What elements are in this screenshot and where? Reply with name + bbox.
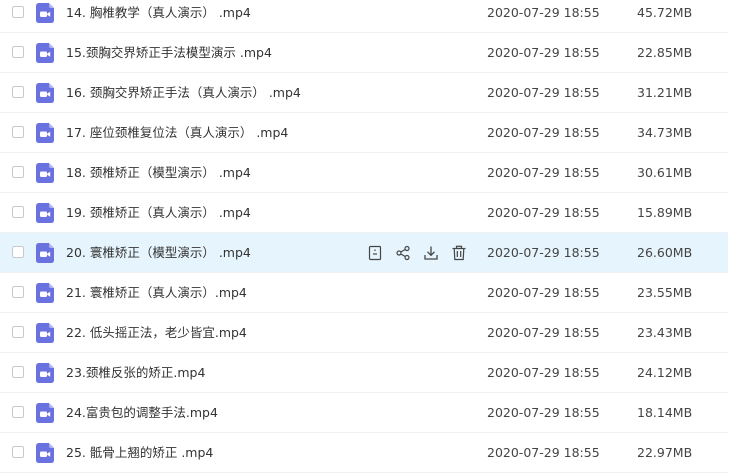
file-date: 2020-07-29 18:55 xyxy=(487,5,600,20)
file-size: 45.72MB xyxy=(637,5,693,20)
video-file-icon xyxy=(36,283,54,303)
row-checkbox[interactable] xyxy=(12,286,24,298)
file-size: 24.12MB xyxy=(637,365,693,380)
video-file-icon xyxy=(36,163,54,183)
video-file-icon xyxy=(36,43,54,63)
file-name[interactable]: 24.富贵包的调整手法.mp4 xyxy=(66,393,218,433)
file-size: 26.60MB xyxy=(637,245,693,260)
row-checkbox[interactable] xyxy=(12,126,24,138)
file-date: 2020-07-29 18:55 xyxy=(487,125,600,140)
row-actions xyxy=(366,244,468,262)
file-row[interactable]: 14. 胸椎教学（真人演示） .mp4 2020-07-29 18:55 45.72… xyxy=(0,0,728,33)
file-date: 2020-07-29 18:55 xyxy=(487,285,600,300)
file-size: 18.14MB xyxy=(637,405,693,420)
file-date: 2020-07-29 18:55 xyxy=(487,205,600,220)
file-date: 2020-07-29 18:55 xyxy=(487,85,600,100)
file-name[interactable]: 22. 低头摇正法，老少皆宜.mp4 xyxy=(66,313,247,353)
file-list: 14. 胸椎教学（真人演示） .mp4 2020-07-29 18:55 45.72… xyxy=(0,0,728,473)
row-checkbox[interactable] xyxy=(12,46,24,58)
file-date: 2020-07-29 18:55 xyxy=(487,245,600,260)
file-name[interactable]: 15.颈胸交界矫正手法模型演示 .mp4 xyxy=(66,33,272,73)
file-size: 23.55MB xyxy=(637,285,693,300)
video-file-icon xyxy=(36,243,54,263)
file-row[interactable]: 20. 寰椎矫正（模型演示） .mp4 2020-07-29 18:55 26.60… xyxy=(0,233,728,273)
video-file-icon xyxy=(36,443,54,463)
file-info-icon[interactable] xyxy=(366,244,384,262)
file-name[interactable]: 16. 颈胸交界矫正手法（真人演示） .mp4 xyxy=(66,73,301,113)
file-name[interactable]: 14. 胸椎教学（真人演示） .mp4 xyxy=(66,0,251,33)
file-name[interactable]: 19. 颈椎矫正（真人演示） .mp4 xyxy=(66,193,251,233)
video-file-icon xyxy=(36,323,54,343)
file-row[interactable]: 24.富贵包的调整手法.mp4 2020-07-29 18:55 18.14MB xyxy=(0,393,728,433)
file-name[interactable]: 25. 骶骨上翘的矫正 .mp4 xyxy=(66,433,213,473)
row-checkbox[interactable] xyxy=(12,206,24,218)
share-icon[interactable] xyxy=(394,244,412,262)
video-file-icon xyxy=(36,3,54,23)
row-checkbox[interactable] xyxy=(12,326,24,338)
row-checkbox[interactable] xyxy=(12,166,24,178)
row-checkbox[interactable] xyxy=(12,6,24,18)
file-date: 2020-07-29 18:55 xyxy=(487,445,600,460)
file-size: 30.61MB xyxy=(637,165,693,180)
file-size: 31.21MB xyxy=(637,85,693,100)
file-name[interactable]: 21. 寰椎矫正（真人演示）.mp4 xyxy=(66,273,247,313)
row-checkbox[interactable] xyxy=(12,246,24,258)
file-row[interactable]: 23.颈椎反张的矫正.mp4 2020-07-29 18:55 24.12MB xyxy=(0,353,728,393)
file-date: 2020-07-29 18:55 xyxy=(487,165,600,180)
row-checkbox[interactable] xyxy=(12,406,24,418)
file-row[interactable]: 16. 颈胸交界矫正手法（真人演示） .mp4 2020-07-29 18:55 3… xyxy=(0,73,728,113)
delete-icon[interactable] xyxy=(450,244,468,262)
file-row[interactable]: 18. 颈椎矫正（模型演示） .mp4 2020-07-29 18:55 30.61… xyxy=(0,153,728,193)
download-icon[interactable] xyxy=(422,244,440,262)
file-name[interactable]: 20. 寰椎矫正（模型演示） .mp4 xyxy=(66,233,251,273)
file-size: 23.43MB xyxy=(637,325,693,340)
file-name[interactable]: 23.颈椎反张的矫正.mp4 xyxy=(66,353,205,393)
file-row[interactable]: 19. 颈椎矫正（真人演示） .mp4 2020-07-29 18:55 15.89… xyxy=(0,193,728,233)
file-size: 15.89MB xyxy=(637,205,693,220)
video-file-icon xyxy=(36,403,54,423)
file-row[interactable]: 17. 座位颈椎复位法（真人演示） .mp4 2020-07-29 18:55 34… xyxy=(0,113,728,153)
file-name[interactable]: 18. 颈椎矫正（模型演示） .mp4 xyxy=(66,153,251,193)
file-date: 2020-07-29 18:55 xyxy=(487,405,600,420)
file-date: 2020-07-29 18:55 xyxy=(487,45,600,60)
file-row[interactable]: 21. 寰椎矫正（真人演示）.mp4 2020-07-29 18:55 23.55M… xyxy=(0,273,728,313)
video-file-icon xyxy=(36,363,54,383)
file-date: 2020-07-29 18:55 xyxy=(487,325,600,340)
file-size: 22.97MB xyxy=(637,445,693,460)
row-checkbox[interactable] xyxy=(12,446,24,458)
file-size: 22.85MB xyxy=(637,45,693,60)
file-row[interactable]: 22. 低头摇正法，老少皆宜.mp4 2020-07-29 18:55 23.43M… xyxy=(0,313,728,353)
video-file-icon xyxy=(36,203,54,223)
file-row[interactable]: 25. 骶骨上翘的矫正 .mp4 2020-07-29 18:55 22.97MB xyxy=(0,433,728,473)
video-file-icon xyxy=(36,83,54,103)
file-name[interactable]: 17. 座位颈椎复位法（真人演示） .mp4 xyxy=(66,113,288,153)
file-date: 2020-07-29 18:55 xyxy=(487,365,600,380)
row-checkbox[interactable] xyxy=(12,86,24,98)
file-row[interactable]: 15.颈胸交界矫正手法模型演示 .mp4 2020-07-29 18:55 22.8… xyxy=(0,33,728,73)
row-checkbox[interactable] xyxy=(12,366,24,378)
video-file-icon xyxy=(36,123,54,143)
scrollbar-track[interactable] xyxy=(728,0,755,471)
file-size: 34.73MB xyxy=(637,125,693,140)
